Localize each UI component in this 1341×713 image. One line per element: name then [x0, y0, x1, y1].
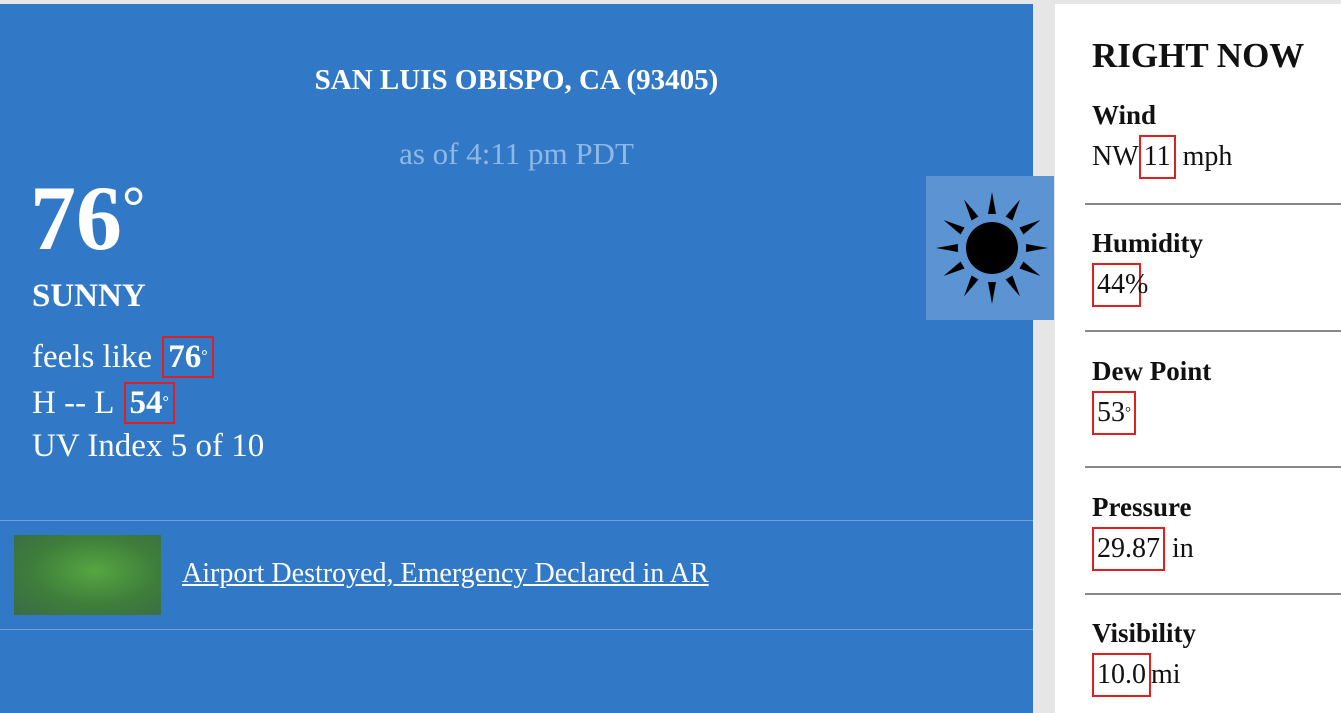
feels-like-value: 76: [168, 339, 202, 375]
wind-speed-box: 11: [1138, 135, 1176, 179]
pressure-stat: Pressure 29.87 in: [1092, 492, 1194, 571]
pressure-value-box: 29.87: [1092, 527, 1165, 571]
dew-point-stat: Dew Point 53°: [1092, 356, 1211, 435]
feels-like-value-box: 76°: [162, 336, 214, 378]
stat-divider: [1085, 330, 1341, 332]
location-title: SAN LUIS OBISPO, CA (93405): [314, 64, 719, 96]
humidity-unit: %: [1125, 269, 1149, 300]
feels-like-row: feels like 76°: [32, 336, 214, 378]
dew-point-value: 53: [1097, 397, 1125, 428]
high-low-row: H -- L 54°: [32, 382, 175, 424]
pressure-unit: in: [1172, 533, 1194, 564]
low-value: 54: [129, 385, 163, 421]
wind-direction: NW: [1092, 141, 1139, 172]
right-now-panel: RIGHT NOW Wind NW 11 mph Humidity 44% Dew…: [1055, 4, 1341, 713]
pressure-value-row: 29.87 in: [1092, 527, 1194, 571]
sun-icon: [936, 192, 1048, 304]
temperature-value: 76: [30, 167, 122, 269]
news-headline-link[interactable]: Airport Destroyed, Emergency Declared in…: [182, 558, 709, 590]
divider: [0, 520, 1033, 521]
dew-point-label: Dew Point: [1092, 356, 1212, 386]
current-conditions-panel: SAN LUIS OBISPO, CA (93405) as of 4:11 p…: [0, 4, 1033, 713]
dew-point-value-row: 53°: [1092, 391, 1211, 435]
news-thumbnail[interactable]: [14, 535, 161, 615]
degree-symbol: °: [162, 394, 169, 411]
dew-point-value-box: 53°: [1092, 391, 1136, 435]
observation-time: as of 4:11 pm PDT: [399, 136, 634, 171]
divider: [0, 629, 1033, 630]
degree-symbol: °: [1125, 405, 1131, 421]
degree-symbol: °: [201, 348, 208, 365]
visibility-unit: mi: [1151, 659, 1181, 690]
degree-symbol: °: [122, 174, 146, 239]
high-low-label: H -- L: [32, 385, 114, 421]
humidity-label: Humidity: [1092, 228, 1204, 258]
right-now-title: RIGHT NOW: [1092, 36, 1305, 75]
visibility-value-row: 10.0 mi: [1092, 653, 1196, 697]
stat-divider: [1085, 203, 1341, 205]
stat-divider: [1085, 466, 1341, 468]
feels-like-label: feels like: [32, 339, 153, 375]
wind-stat: Wind NW 11 mph: [1092, 100, 1232, 179]
visibility-value: 10.0: [1097, 659, 1146, 690]
wind-unit: mph: [1182, 141, 1233, 172]
visibility-label: Visibility: [1092, 618, 1197, 648]
condition-text: SUNNY: [32, 278, 146, 314]
current-temperature: 76°: [30, 172, 145, 264]
wind-speed: 11: [1143, 141, 1171, 172]
visibility-value-box: 10.0: [1092, 653, 1151, 697]
wind-value-row: NW 11 mph: [1092, 135, 1232, 179]
pressure-label: Pressure: [1092, 492, 1192, 522]
weather-icon-tile: [926, 176, 1054, 320]
visibility-stat: Visibility 10.0 mi: [1092, 618, 1196, 697]
wind-label: Wind: [1092, 100, 1157, 130]
uv-index: UV Index 5 of 10: [32, 428, 265, 464]
low-value-box: 54°: [123, 382, 175, 424]
stat-divider: [1085, 593, 1341, 595]
humidity-value: 44: [1097, 269, 1125, 300]
pressure-value: 29.87: [1097, 533, 1160, 564]
humidity-value-row: 44%: [1092, 263, 1203, 307]
humidity-stat: Humidity 44%: [1092, 228, 1203, 307]
